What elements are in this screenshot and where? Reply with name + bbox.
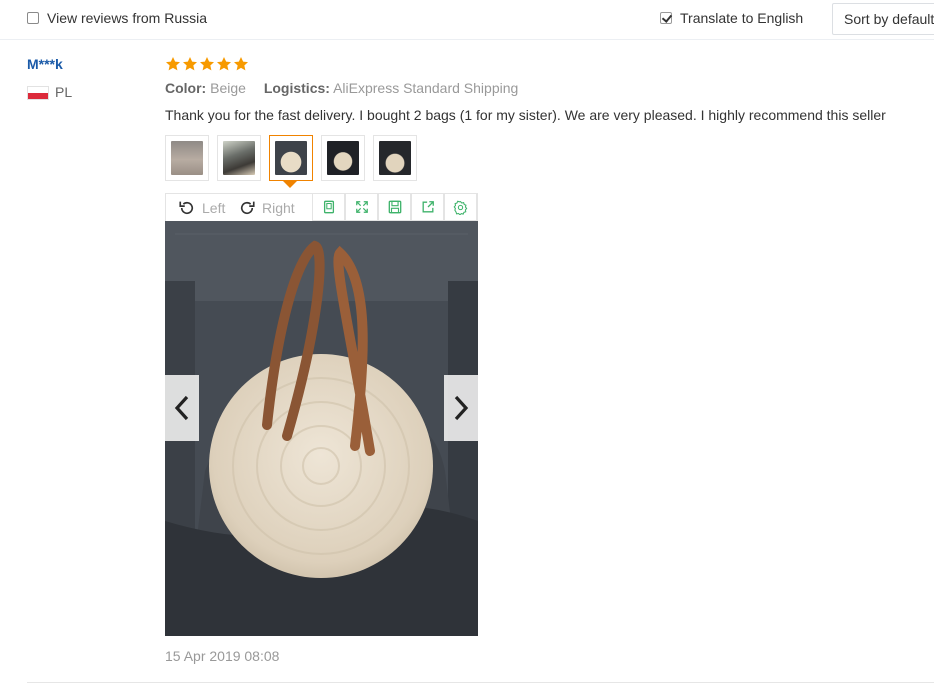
rotate-right-button[interactable]: Right — [238, 194, 295, 221]
share-icon — [422, 201, 434, 213]
star-icon — [234, 57, 248, 71]
color-value: Beige — [210, 80, 246, 96]
star-icon — [183, 57, 197, 71]
thumbnail-photo-1[interactable] — [165, 135, 209, 181]
next-photo-button[interactable] — [444, 375, 478, 441]
rotate-left-label: Left — [202, 199, 226, 216]
thumbnail-photo-2[interactable] — [217, 135, 261, 181]
rotate-right-label: Right — [262, 199, 295, 216]
settings-button[interactable] — [444, 193, 477, 221]
chevron-left-icon — [174, 395, 189, 421]
translate-checkbox[interactable] — [660, 12, 672, 24]
poland-flag-icon — [27, 86, 49, 100]
star-rating — [165, 56, 249, 72]
logistics-value: AliExpress Standard Shipping — [333, 80, 519, 96]
active-thumbnail-pointer — [283, 181, 297, 188]
thumbnail-photo-5[interactable] — [373, 135, 417, 181]
review-text: Thank you for the fast delivery. I bough… — [165, 107, 886, 123]
save-icon — [388, 200, 401, 214]
star-icon — [217, 57, 231, 71]
sort-dropdown[interactable]: Sort by default — [832, 3, 934, 35]
reviewer-name[interactable]: M***k — [27, 56, 63, 72]
rotate-left-icon — [178, 199, 196, 217]
russia-reviews-checkbox[interactable] — [27, 12, 39, 24]
save-image-button[interactable] — [378, 193, 411, 221]
fullscreen-button[interactable] — [345, 193, 378, 221]
translate-label[interactable]: Translate to English — [680, 10, 803, 26]
review-divider — [27, 682, 934, 683]
chevron-right-icon — [454, 395, 469, 421]
color-key: Color: — [165, 80, 207, 96]
review-meta: Color: Beige Logistics: AliExpress Stand… — [165, 80, 518, 96]
review-photo[interactable] — [165, 221, 478, 636]
fullscreen-icon — [355, 201, 368, 213]
settings-icon — [453, 200, 468, 215]
previous-photo-button[interactable] — [165, 375, 199, 441]
rotate-left-button[interactable]: Left — [178, 194, 225, 221]
bag-photo-illustration — [165, 221, 478, 636]
reviewer-country: PL — [55, 84, 73, 100]
review-date: 15 Apr 2019 08:08 — [165, 648, 280, 664]
fit-screen-button[interactable] — [312, 193, 345, 221]
viewer-toolbar: Left Right — [165, 193, 478, 221]
star-icon — [200, 57, 214, 71]
logistics-key: Logistics: — [263, 80, 330, 96]
russia-reviews-label[interactable]: View reviews from Russia — [47, 10, 207, 26]
thumbnail-photo-3[interactable] — [269, 135, 313, 181]
star-icon — [166, 57, 180, 71]
share-button[interactable] — [411, 193, 444, 221]
rotate-right-icon — [238, 199, 256, 217]
filter-bar: View reviews from Russia Translate to En… — [0, 0, 934, 40]
fit-screen-icon — [323, 200, 334, 214]
thumbnail-photo-4[interactable] — [321, 135, 365, 181]
